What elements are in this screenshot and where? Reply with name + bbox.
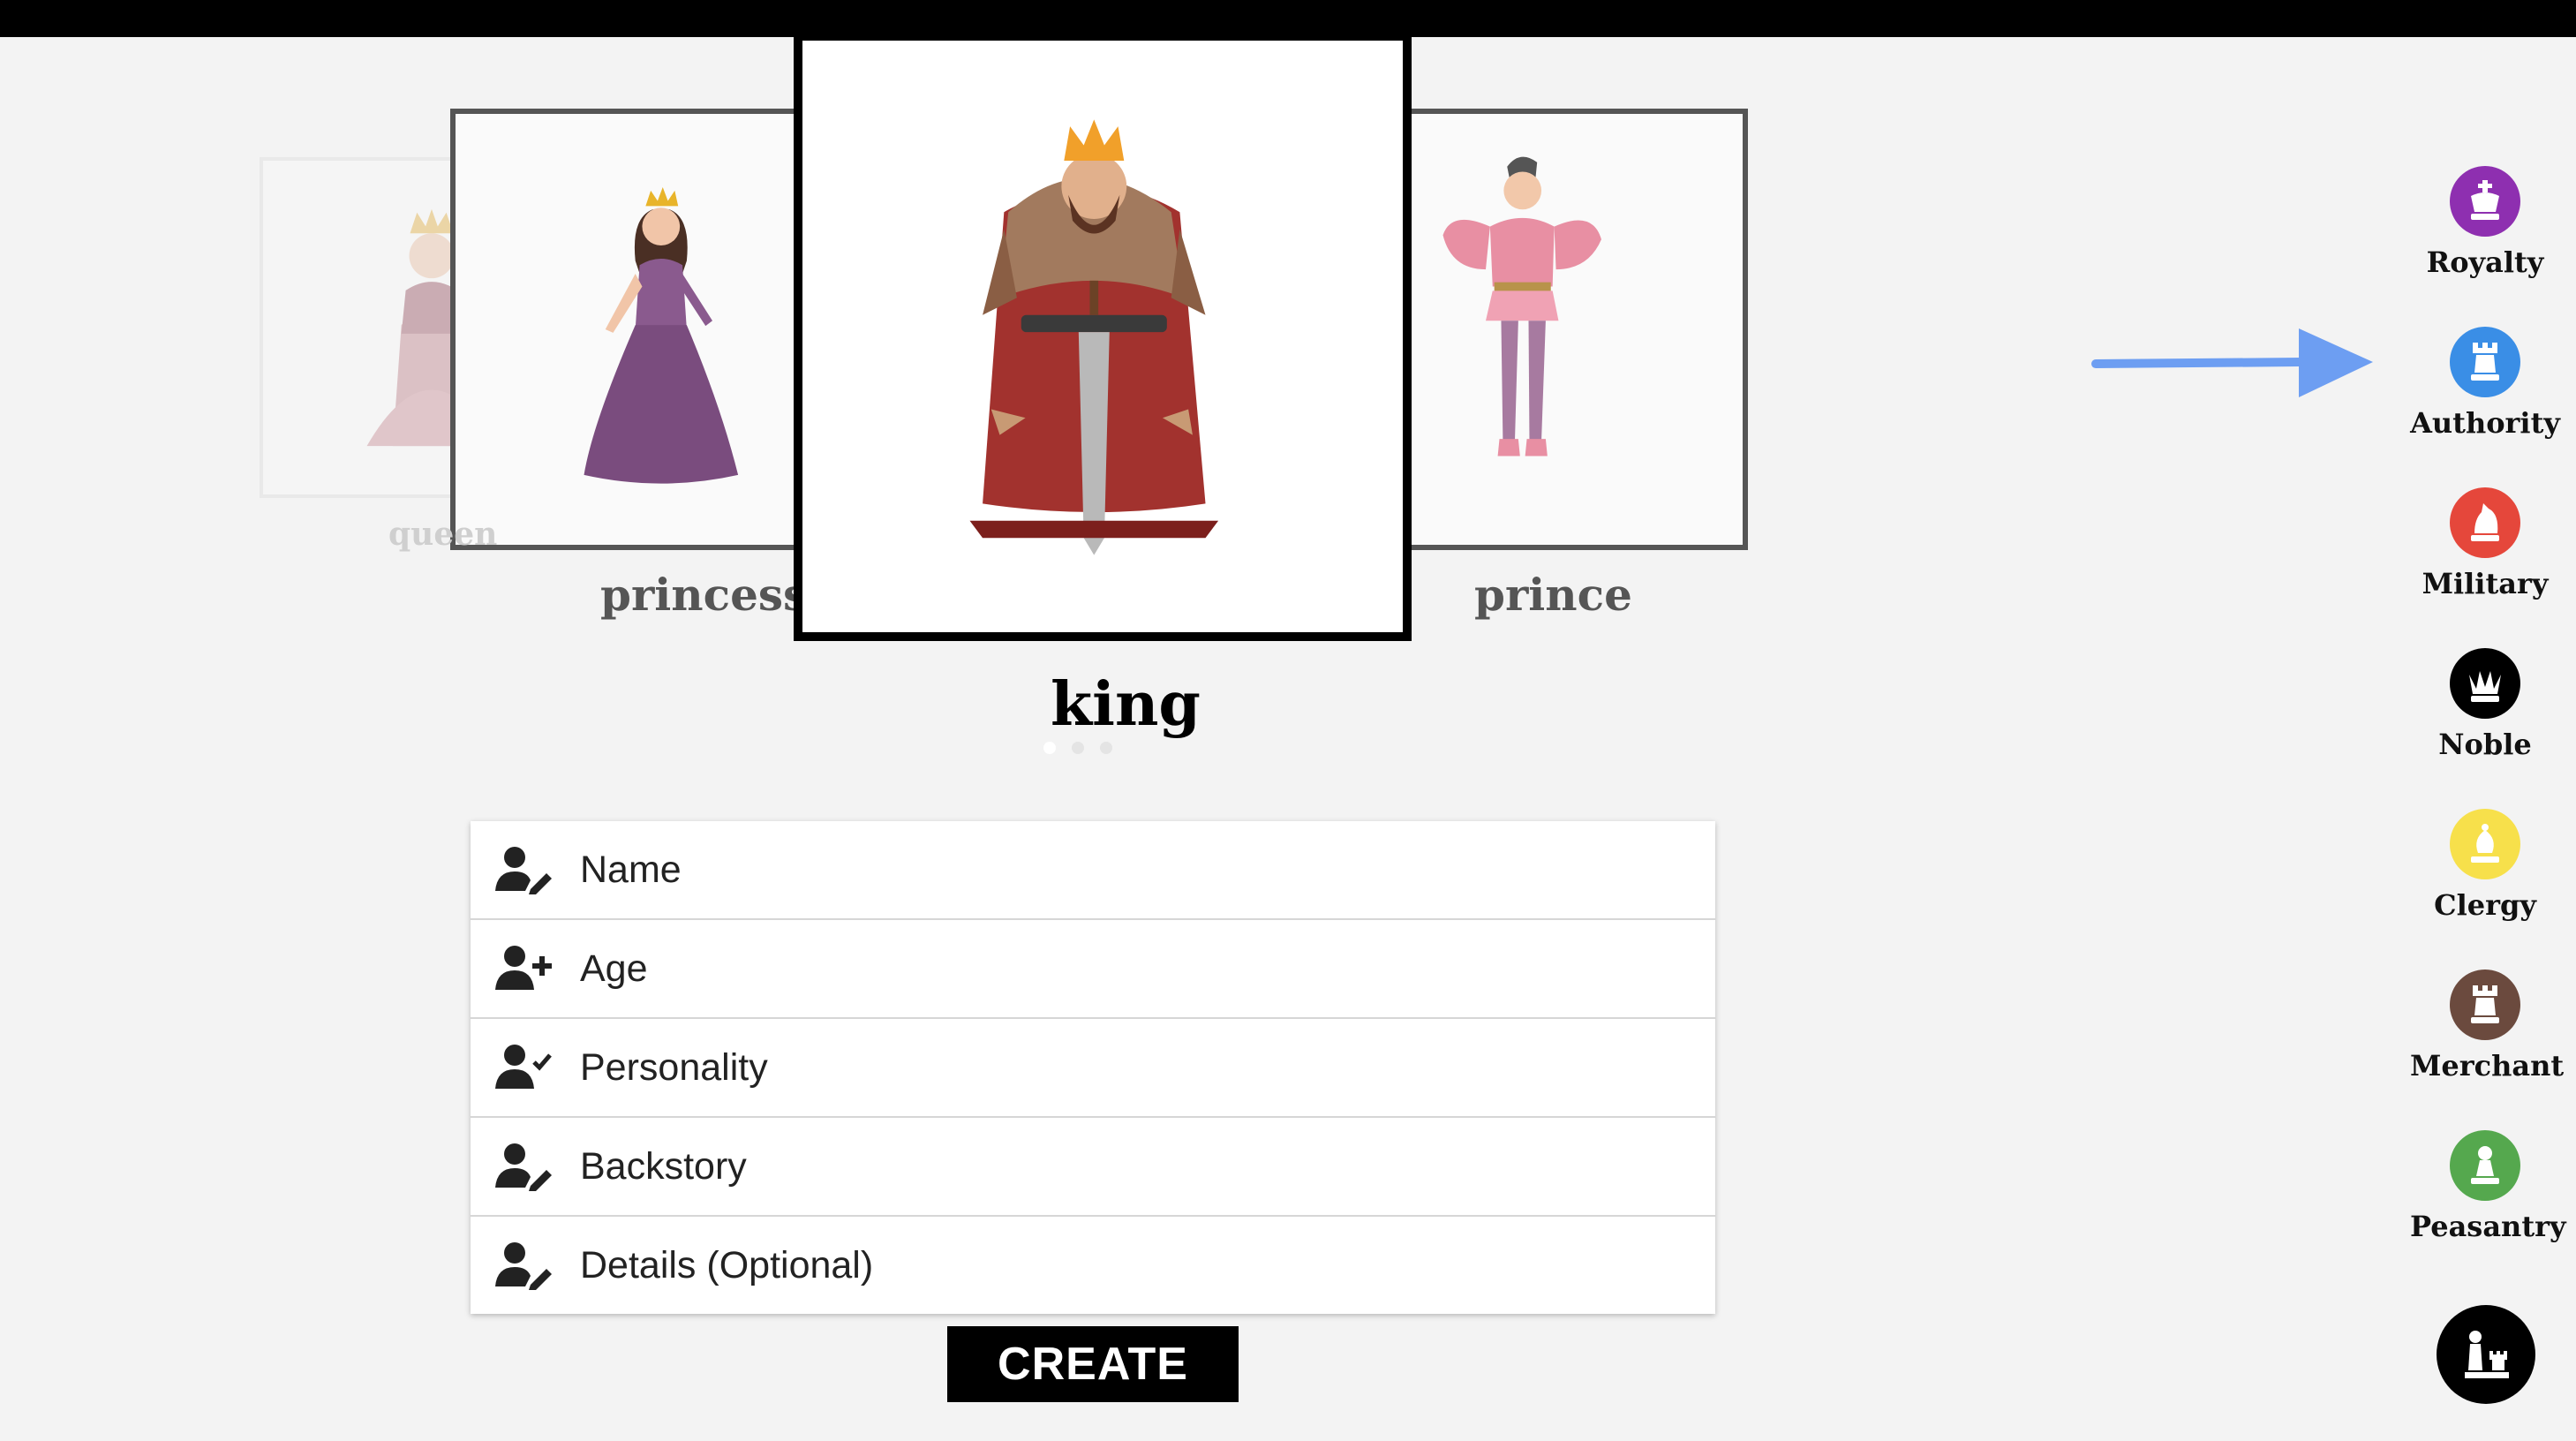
class-authority[interactable]: Authority: [2410, 327, 2560, 440]
carousel-dot[interactable]: [1043, 742, 1056, 754]
personality-field-label: Personality: [580, 1045, 768, 1089]
class-label-merchant: Merchant: [2410, 1049, 2565, 1083]
carousel-dots: [1043, 742, 1112, 754]
user-check-icon: [495, 1045, 552, 1089]
class-peasantry[interactable]: Peasantry: [2410, 1130, 2566, 1243]
character-card-princess[interactable]: [450, 109, 803, 550]
class-noble[interactable]: Noble: [2410, 648, 2560, 761]
character-label-queen: queen: [388, 516, 498, 553]
class-label-peasantry: Peasantry: [2410, 1210, 2566, 1243]
chess-rook-icon: [2450, 969, 2520, 1040]
user-plus-icon: [495, 946, 552, 990]
create-button[interactable]: CREATE: [947, 1326, 1239, 1402]
name-field[interactable]: Name: [471, 821, 1715, 920]
character-card-king[interactable]: [794, 32, 1412, 641]
user-edit-icon: [495, 847, 552, 894]
user-edit-icon: [495, 1143, 552, 1191]
arrow-icon: [2091, 328, 2373, 397]
class-label-noble: Noble: [2438, 728, 2532, 761]
prince-illustration: [1442, 156, 1601, 456]
chess-pieces-icon: [2465, 1331, 2509, 1378]
chess-queen-icon: [2450, 648, 2520, 719]
character-label-prince: prince: [1474, 569, 1632, 621]
carousel-dot[interactable]: [1072, 742, 1084, 754]
character-form: Name Age Personality Backstory Details (…: [471, 821, 1715, 1314]
class-clergy[interactable]: Clergy: [2410, 809, 2560, 922]
age-field[interactable]: Age: [471, 920, 1715, 1019]
chess-bishop-icon: [2450, 809, 2520, 879]
backstory-field-label: Backstory: [580, 1144, 747, 1188]
class-label-military: Military: [2422, 567, 2549, 600]
personality-field[interactable]: Personality: [471, 1019, 1715, 1118]
chess-king-icon: [2450, 166, 2520, 237]
character-label-princess: princess: [600, 569, 809, 621]
chess-pieces-button[interactable]: [2437, 1305, 2535, 1404]
class-label-clergy: Clergy: [2434, 888, 2536, 922]
name-field-label: Name: [580, 848, 682, 891]
chess-pawn-icon: [2450, 1130, 2520, 1201]
class-military[interactable]: Military: [2410, 487, 2560, 600]
character-label-king: king: [1051, 669, 1201, 740]
king-illustration: [969, 119, 1219, 555]
backstory-field[interactable]: Backstory: [471, 1118, 1715, 1217]
class-royalty[interactable]: Royalty: [2410, 166, 2560, 279]
carousel-dot[interactable]: [1100, 742, 1112, 754]
chess-knight-icon: [2450, 487, 2520, 558]
class-label-royalty: Royalty: [2426, 245, 2544, 279]
class-label-authority: Authority: [2410, 406, 2560, 440]
princess-illustration: [584, 186, 739, 484]
chess-rook-icon: [2450, 327, 2520, 397]
character-card-prince[interactable]: [1395, 109, 1748, 550]
user-edit-icon: [495, 1242, 552, 1290]
details-field-label: Details (Optional): [580, 1243, 874, 1286]
class-merchant[interactable]: Merchant: [2410, 969, 2565, 1083]
age-field-label: Age: [580, 947, 648, 990]
details-field[interactable]: Details (Optional): [471, 1217, 1715, 1314]
